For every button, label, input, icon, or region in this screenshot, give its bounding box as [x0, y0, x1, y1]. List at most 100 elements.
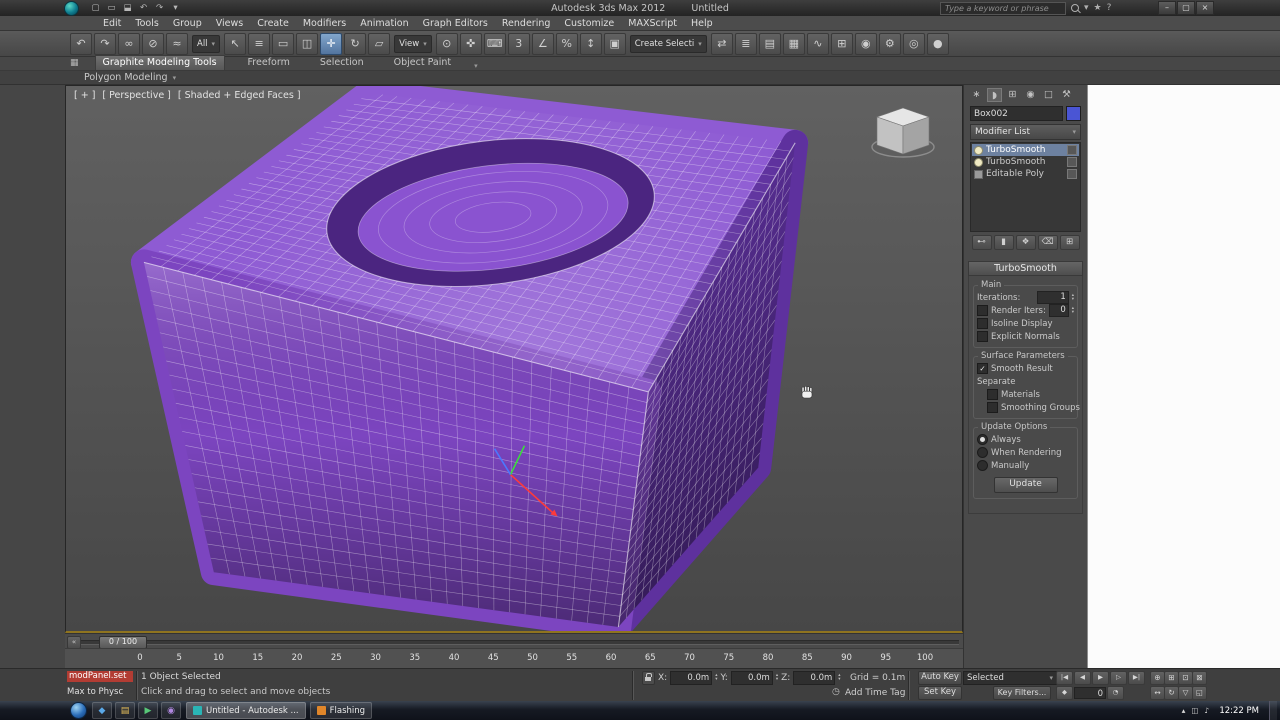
menu-tools[interactable]: Tools	[128, 16, 165, 31]
zoom-all-button[interactable]: ⊞	[1164, 671, 1179, 685]
rendered-frame-button[interactable]: ◎	[902, 32, 925, 55]
coordinate-y-field[interactable]: 0.0m	[730, 670, 773, 685]
show-end-result-button[interactable]: ▮	[993, 235, 1014, 250]
render-setup-button[interactable]: ⚙	[878, 32, 901, 55]
play-button[interactable]: ▶	[1092, 671, 1109, 685]
named-selection-dropdown[interactable]: Create Selecti ▾	[629, 34, 707, 53]
maxscript-mini-listener[interactable]: modPanel.set	[67, 671, 133, 682]
zoom-region-button[interactable]: ⊠	[1192, 671, 1207, 685]
tab-graphite-modeling-tools[interactable]: Graphite Modeling Tools	[94, 55, 225, 70]
help-icon[interactable]: ?	[1107, 3, 1112, 13]
maximize-button[interactable]: ▢	[1177, 1, 1195, 15]
zoom-extents-button[interactable]: ⊡	[1178, 671, 1193, 685]
curve-editor-button[interactable]: ∿	[806, 32, 829, 55]
ribbon-config-icon[interactable]: ▦	[70, 56, 79, 70]
window-crossing-button[interactable]: ◫	[296, 32, 319, 55]
object-name-field[interactable]	[970, 106, 1063, 121]
redo-small-icon[interactable]: ↷	[153, 2, 166, 14]
select-and-link-button[interactable]: ∞	[118, 32, 140, 55]
tray-icon[interactable]: ◫	[1191, 706, 1198, 715]
time-slider[interactable]: « 0 / 100	[65, 633, 963, 649]
selection-filter-dropdown[interactable]: All ▾	[192, 34, 221, 53]
explicit-normals-checkbox[interactable]	[977, 331, 988, 342]
layer-manager-button[interactable]: ▤	[758, 32, 781, 55]
isoline-display-checkbox[interactable]	[977, 318, 988, 329]
angle-snap-button[interactable]: ∠	[531, 32, 554, 55]
app-logo[interactable]	[64, 0, 79, 16]
taskbar-button-untitled-autodesk[interactable]: Untitled - Autodesk ...	[186, 702, 306, 719]
modifier-list-dropdown[interactable]: Modifier List ▾	[970, 124, 1081, 140]
update-manually-radio[interactable]	[977, 460, 988, 471]
coordinate-z-field[interactable]: 0.0m	[793, 670, 836, 685]
spinner-down-icon[interactable]: ▾	[776, 677, 778, 682]
taskbar-app-3[interactable]: ▶	[138, 702, 158, 719]
time-slider-track[interactable]	[81, 640, 959, 645]
modifier-stack-row-turbosmooth[interactable]: TurboSmooth	[972, 156, 1079, 168]
show-desktop-button[interactable]	[1269, 701, 1277, 720]
update-always-radio[interactable]	[977, 434, 988, 445]
smoothing-groups-checkbox[interactable]	[987, 402, 998, 413]
configure-modifier-sets-button[interactable]: ⊞	[1059, 235, 1080, 250]
new-scene-icon[interactable]: ▢	[89, 2, 102, 14]
select-object-button[interactable]: ↖	[224, 32, 247, 55]
viewport-shading-menu[interactable]: [ Shaded + Edged Faces ]	[178, 90, 301, 101]
select-and-scale-button[interactable]: ▱	[368, 32, 391, 55]
next-frame-button[interactable]: ▷	[1110, 671, 1127, 685]
project-dropdown-icon[interactable]: ▾	[169, 2, 182, 14]
previous-frame-button[interactable]: ◀	[1074, 671, 1091, 685]
taskbar-app-2[interactable]: ▤	[115, 702, 135, 719]
key-filters-button[interactable]: Key Filters...	[993, 686, 1051, 700]
save-file-icon[interactable]: ⬓	[121, 2, 134, 14]
render-iters-checkbox[interactable]	[977, 305, 988, 316]
viewcube[interactable]	[866, 100, 940, 164]
reference-coordinate-dropdown[interactable]: View ▾	[394, 34, 432, 53]
select-and-manipulate-button[interactable]: ✜	[459, 32, 482, 55]
perspective-viewport[interactable]: [ + ] [ Perspective ] [ Shaded + Edged Fac…	[65, 85, 963, 633]
taskbar-button-flashing[interactable]: Flashing	[309, 702, 373, 719]
lightbulb-icon[interactable]	[974, 157, 983, 167]
select-and-rotate-button[interactable]: ↻	[344, 32, 367, 55]
graphite-toggle-button[interactable]: ▦	[782, 32, 805, 55]
rollout-header[interactable]: TurboSmooth	[968, 261, 1083, 276]
spinner-snap-button[interactable]: ↕	[579, 32, 602, 55]
close-button[interactable]: ×	[1196, 1, 1214, 15]
viewport-general-menu[interactable]: [ + ]	[74, 90, 95, 101]
smooth-result-checkbox[interactable]: ✓	[977, 363, 988, 374]
bind-to-space-warp-button[interactable]: ≈	[166, 32, 188, 55]
use-pivot-center-button[interactable]: ⊙	[435, 32, 458, 55]
iterations-field[interactable]: 1	[1036, 291, 1069, 304]
menu-edit[interactable]: Edit	[96, 16, 128, 31]
current-frame-field[interactable]: 0	[1074, 687, 1106, 699]
infocenter-search-input[interactable]	[940, 1, 1066, 15]
update-button[interactable]: Update	[993, 477, 1058, 493]
update-when-rendering-radio[interactable]	[977, 447, 988, 458]
auto-key-button[interactable]: Auto Key	[918, 671, 962, 685]
menu-animation[interactable]: Animation	[353, 16, 415, 31]
menu-views[interactable]: Views	[209, 16, 251, 31]
maxscript-listener-line2[interactable]: Max to Physc	[67, 687, 123, 697]
viewport-pov-menu[interactable]: [ Perspective ]	[102, 90, 170, 101]
track-bar[interactable]: 0 5 10 15 20 25 30 35 40 45 50 55 60 65 70 75 80 85 90 95 10…	[65, 648, 963, 670]
menu-create[interactable]: Create	[250, 16, 296, 31]
undo-button[interactable]: ↶	[70, 32, 92, 55]
go-to-end-button[interactable]: ▶|	[1128, 671, 1145, 685]
motion-tab[interactable]: ◉	[1023, 88, 1038, 102]
orbit-button[interactable]: ↻	[1164, 686, 1179, 700]
maximize-viewport-button[interactable]: ◱	[1192, 686, 1207, 700]
tab-freeform[interactable]: Freeform	[241, 56, 297, 70]
viewport-canvas[interactable]	[66, 86, 962, 631]
menu-customize[interactable]: Customize	[557, 16, 621, 31]
unlink-selection-button[interactable]: ⊘	[142, 32, 164, 55]
go-to-start-button[interactable]: |◀	[1056, 671, 1073, 685]
time-configuration-button[interactable]: ◔	[1107, 686, 1124, 700]
utilities-tab[interactable]: ⚒	[1059, 88, 1074, 102]
menu-help[interactable]: Help	[684, 16, 720, 31]
zoom-button[interactable]: ⊕	[1150, 671, 1165, 685]
spinner-down-icon[interactable]: ▾	[1072, 310, 1074, 315]
taskbar-app-4[interactable]: ◉	[161, 702, 181, 719]
minimize-button[interactable]: –	[1158, 1, 1176, 15]
coordinate-x-field[interactable]: 0.0m	[670, 670, 713, 685]
modifier-stack-row-turbosmooth[interactable]: TurboSmooth	[972, 144, 1079, 156]
editable-poly-icon[interactable]	[974, 169, 983, 179]
mirror-button[interactable]: ⇄	[710, 32, 733, 55]
